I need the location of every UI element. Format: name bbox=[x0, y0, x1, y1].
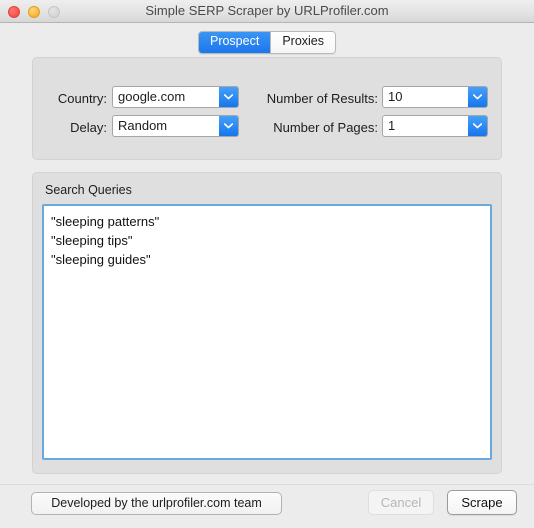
delay-dropdown-value: Random bbox=[118, 118, 168, 133]
segmented-control: Prospect Proxies bbox=[197, 31, 337, 54]
number-of-pages-dropdown[interactable]: 1 bbox=[382, 115, 488, 137]
search-queries-input[interactable]: "sleeping patterns" "sleeping tips" "sle… bbox=[42, 204, 492, 460]
country-dropdown-value: google.com bbox=[118, 89, 186, 104]
country-label: Country: bbox=[57, 91, 107, 106]
delay-dropdown[interactable]: Random bbox=[112, 115, 239, 137]
scrape-button[interactable]: Scrape bbox=[447, 490, 517, 515]
number-of-results-value: 10 bbox=[388, 89, 403, 104]
app-window: Simple SERP Scraper by URLProfiler.com P… bbox=[0, 0, 534, 528]
credit-button[interactable]: Developed by the urlprofiler.com team bbox=[31, 492, 282, 515]
titlebar: Simple SERP Scraper by URLProfiler.com bbox=[0, 0, 534, 23]
settings-group: Country: google.com Delay: Random Number… bbox=[32, 57, 502, 160]
number-of-pages-value: 1 bbox=[388, 118, 396, 133]
delay-label: Delay: bbox=[70, 120, 107, 135]
number-of-results-label: Number of Results: bbox=[266, 91, 378, 106]
chevron-down-icon bbox=[468, 116, 487, 136]
tab-prospect[interactable]: Prospect bbox=[198, 32, 271, 53]
footer-divider bbox=[0, 484, 534, 485]
number-of-results-dropdown[interactable]: 10 bbox=[382, 86, 488, 108]
tab-bar: Prospect Proxies bbox=[0, 31, 534, 54]
tab-proxies[interactable]: Proxies bbox=[270, 32, 336, 53]
search-queries-title: Search Queries bbox=[45, 183, 132, 197]
window-title: Simple SERP Scraper by URLProfiler.com bbox=[145, 3, 389, 18]
number-of-pages-label: Number of Pages: bbox=[273, 120, 378, 135]
country-dropdown[interactable]: google.com bbox=[112, 86, 239, 108]
cancel-button: Cancel bbox=[368, 490, 434, 515]
chevron-down-icon bbox=[468, 87, 487, 107]
